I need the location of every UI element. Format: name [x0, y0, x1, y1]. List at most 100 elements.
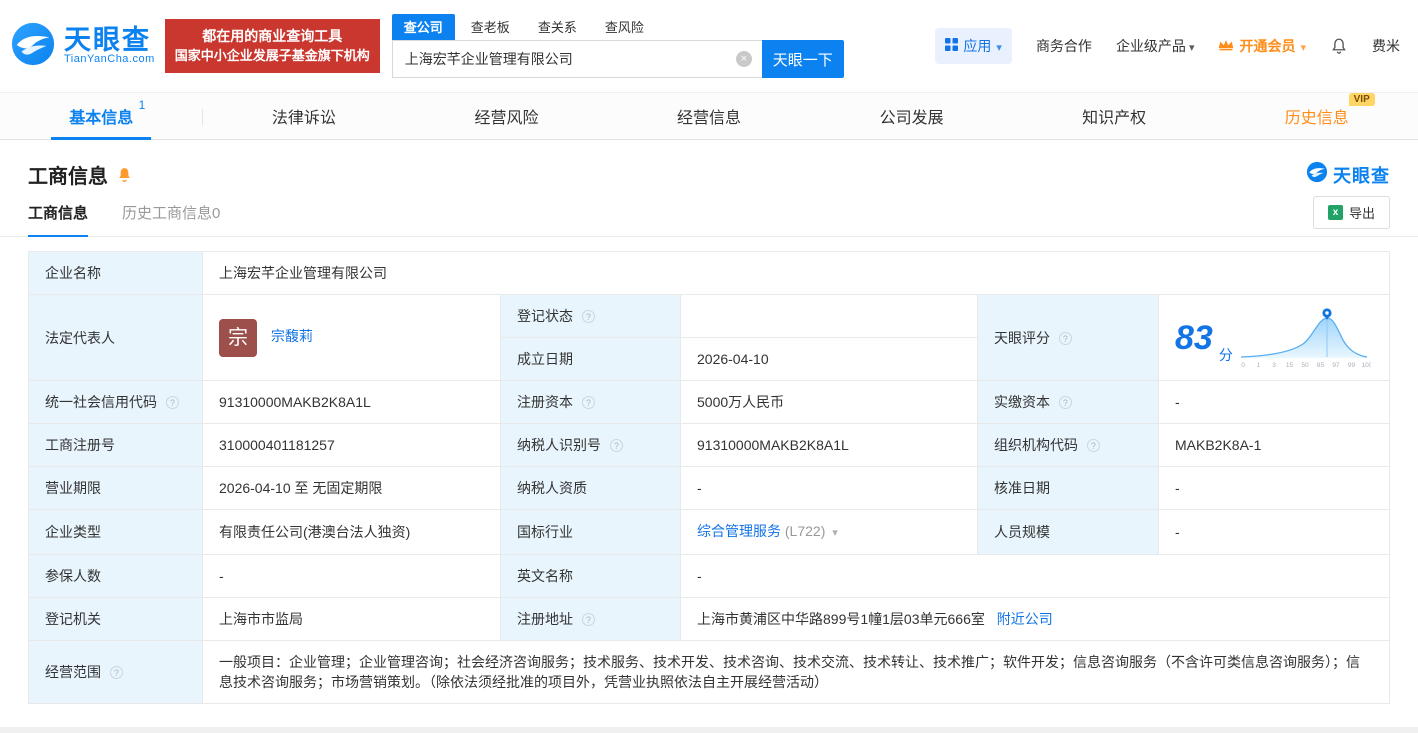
- help-icon[interactable]: [1058, 331, 1072, 345]
- company-type-value: 有限责任公司(港澳台法人独资): [219, 524, 411, 540]
- field-label: 核准日期: [994, 480, 1050, 496]
- search-button[interactable]: 天眼一下: [761, 40, 844, 78]
- field-label: 工商注册号: [45, 437, 115, 453]
- field-label: 成立日期: [517, 351, 573, 367]
- tab-label: 公司发展: [879, 110, 944, 127]
- tab-history-info[interactable]: 历史信息 VIP: [1215, 93, 1418, 139]
- field-label: 企业类型: [45, 524, 101, 540]
- apps-menu-label: 应用: [963, 38, 992, 54]
- row-legal-rep: 法定代表人 宗 宗馥莉 登记状态 天眼评分 83 分: [28, 294, 1390, 381]
- nav-business-cooperation[interactable]: 商务合作: [1036, 36, 1092, 56]
- crown-icon: [1218, 38, 1234, 54]
- apps-menu-button[interactable]: 应用: [935, 28, 1012, 64]
- watermark-text: 天眼查: [1333, 165, 1390, 186]
- vip-badge: VIP: [1348, 93, 1375, 106]
- subtab-history-business-info[interactable]: 历史工商信息0: [122, 189, 220, 236]
- reg-number-value: 310000401181257: [219, 437, 335, 453]
- notice-bell-icon[interactable]: [116, 166, 133, 183]
- help-icon[interactable]: [165, 396, 179, 409]
- score-unit: 分: [1218, 346, 1233, 363]
- business-term-value: 2026-04-10 至 无固定期限: [219, 480, 383, 496]
- company-name-value: 上海宏芊企业管理有限公司: [219, 265, 387, 281]
- svg-text:85: 85: [1317, 362, 1325, 369]
- help-icon[interactable]: [1058, 396, 1072, 409]
- tab-label: 基本信息: [69, 110, 134, 127]
- nav-open-vip[interactable]: 开通会员: [1218, 36, 1306, 56]
- tab-legal-proceedings[interactable]: 法律诉讼: [203, 93, 406, 139]
- field-label: 法定代表人: [45, 329, 115, 346]
- legal-rep-avatar[interactable]: 宗: [219, 318, 257, 357]
- row-business-scope: 经营范围 一般项目：企业管理；企业管理咨询；社会经济咨询服务；技术服务、技术开发…: [28, 640, 1390, 704]
- credit-code-value: 91310000MAKB2K8A1L: [219, 394, 371, 410]
- svg-text:50: 50: [1301, 362, 1309, 369]
- subtab-bar: 工商信息 历史工商信息0 导出: [0, 189, 1418, 237]
- org-code-value: MAKB2K8A-1: [1175, 437, 1262, 453]
- tab-operating-info[interactable]: 经营信息: [608, 93, 811, 139]
- help-icon[interactable]: [109, 666, 123, 679]
- field-label: 实缴资本: [994, 394, 1050, 410]
- chevron-down-icon[interactable]: [832, 523, 838, 539]
- slogan-line1: 都在用的商业查询工具: [202, 28, 343, 45]
- tianyancha-logo[interactable]: 天眼查 TianYanCha.com: [10, 21, 155, 72]
- search-tab-boss[interactable]: 查老板: [459, 14, 522, 40]
- legal-rep-link[interactable]: 宗馥莉: [271, 328, 313, 344]
- page-bottom-strip: [0, 727, 1418, 733]
- subtab-business-info[interactable]: 工商信息: [28, 189, 89, 237]
- export-button[interactable]: 导出: [1312, 196, 1390, 229]
- section-header: 工商信息 天眼查: [0, 140, 1418, 189]
- score-value: 83: [1175, 318, 1213, 357]
- svg-text:97: 97: [1332, 362, 1340, 369]
- field-label: 国标行业: [517, 524, 573, 540]
- help-icon[interactable]: [609, 439, 623, 452]
- industry-link[interactable]: 综合管理服务: [697, 523, 781, 539]
- search-tab-company[interactable]: 查公司: [391, 14, 455, 40]
- field-label: 经营范围: [45, 664, 101, 680]
- tab-company-development[interactable]: 公司发展: [810, 93, 1013, 139]
- field-label: 统一社会信用代码: [45, 394, 157, 410]
- search-tab-relation[interactable]: 查关系: [526, 14, 589, 40]
- help-icon[interactable]: [581, 310, 595, 323]
- taxpayer-id-value: 91310000MAKB2K8A1L: [697, 437, 849, 453]
- nearby-companies-link[interactable]: 附近公司: [997, 611, 1053, 627]
- section-title: 工商信息: [28, 166, 108, 188]
- field-label: 注册资本: [517, 394, 573, 410]
- address-value: 上海市黄浦区中华路899号1幢1层03单元666室: [697, 611, 985, 627]
- score-chart: 0 1 3 15 50 85 97 99 100: [1240, 307, 1371, 369]
- reg-capital-value: 5000万人民币: [697, 394, 785, 410]
- nav-user[interactable]: 费米: [1372, 36, 1400, 56]
- tianyancha-logo-icon: [1306, 161, 1328, 188]
- reg-authority-value: 上海市市监局: [219, 611, 303, 627]
- tianyancha-logo-icon: [10, 21, 56, 72]
- field-label: 天眼评分: [994, 329, 1050, 346]
- search-input[interactable]: [391, 40, 762, 78]
- tab-operating-risk[interactable]: 经营风险: [405, 93, 608, 139]
- chevron-down-icon: [996, 38, 1002, 54]
- nav-enterprise-products[interactable]: 企业级产品: [1116, 36, 1195, 56]
- nav-enterprise-label: 企业级产品: [1115, 38, 1186, 54]
- tab-basic-info[interactable]: 基本信息 1: [0, 93, 203, 139]
- bell-icon[interactable]: [1330, 37, 1348, 55]
- search-clear-icon[interactable]: [735, 51, 752, 67]
- row-reg-authority: 登记机关 上海市市监局 注册地址 上海市黄浦区中华路899号1幢1层03单元66…: [28, 597, 1390, 641]
- row-insured: 参保人数 - 英文名称 -: [28, 554, 1390, 598]
- field-label: 纳税人识别号: [517, 437, 601, 453]
- paid-capital-value: -: [1175, 394, 1180, 410]
- tab-intellectual-property[interactable]: 知识产权: [1013, 93, 1216, 139]
- help-icon[interactable]: [581, 396, 595, 409]
- header-nav: 应用 商务合作 企业级产品 开通会员 费米: [935, 28, 1400, 64]
- svg-text:1: 1: [1257, 362, 1261, 369]
- help-icon[interactable]: [581, 613, 595, 626]
- field-label: 注册地址: [517, 611, 573, 627]
- industry-code: (L722): [784, 523, 826, 539]
- search-tabs: 查公司 查老板 查关系 查风险: [391, 14, 844, 40]
- logo-text: 天眼查: [64, 25, 151, 56]
- svg-text:0: 0: [1241, 362, 1245, 369]
- row-company-type: 企业类型 有限责任公司(港澳台法人独资) 国标行业 综合管理服务 (L722) …: [28, 509, 1390, 555]
- tab-label: 历史信息: [1284, 110, 1349, 127]
- chevron-down-icon: [1189, 38, 1195, 54]
- field-label: 组织机构代码: [994, 437, 1078, 453]
- logo-domain: TianYanCha.com: [64, 53, 155, 66]
- search-tab-risk[interactable]: 查风险: [593, 14, 656, 40]
- help-icon[interactable]: [1086, 439, 1100, 452]
- business-info-table: 企业名称 上海宏芊企业管理有限公司 法定代表人 宗 宗馥莉 登记状态 天眼评分 …: [28, 251, 1390, 704]
